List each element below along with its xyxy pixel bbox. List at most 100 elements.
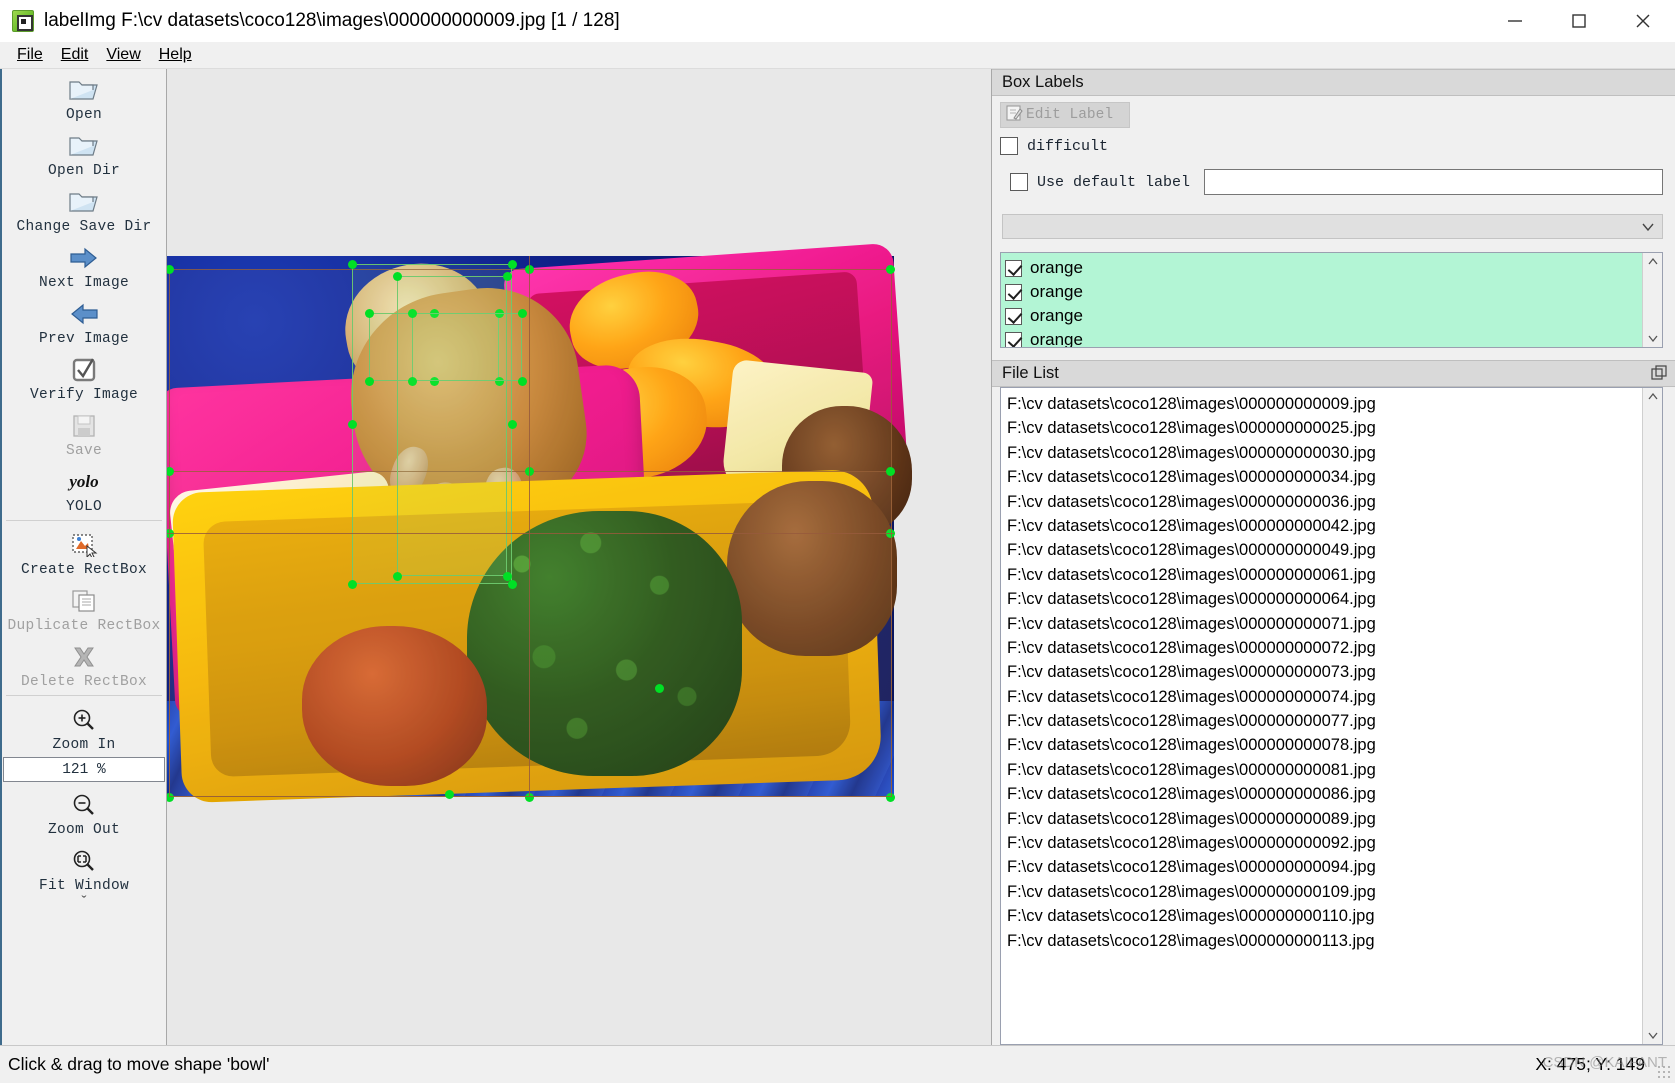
label-text: orange [1030,306,1083,325]
list-item[interactable]: F:\cv datasets\coco128\images\0000000000… [1007,465,1642,489]
list-item[interactable]: orange [1005,256,1642,280]
toolbar-prev-image[interactable]: Prev Image [2,293,166,349]
file-list-scrollbar[interactable] [1642,388,1662,1044]
list-item[interactable]: F:\cv datasets\coco128\images\0000000000… [1007,563,1642,587]
file-list-title: File List [1002,364,1059,382]
annotated-image[interactable] [167,242,912,804]
toolbar-next-image[interactable]: Next Image [2,237,166,293]
list-item[interactable]: F:\cv datasets\coco128\images\0000000001… [1007,880,1642,904]
status-message: Click & drag to move shape 'bowl' [8,1054,270,1074]
undock-icon[interactable] [1651,365,1669,383]
toolbar-delete-rectbox[interactable]: Delete RectBox [2,636,166,692]
minimize-button[interactable] [1483,0,1547,42]
scrollbar-track[interactable] [1643,405,1662,1027]
maximize-button[interactable] [1547,0,1611,42]
open-folder-icon [67,75,101,105]
difficult-checkbox-row[interactable]: difficult [1000,137,1675,155]
yolo-text-icon: yolo [69,467,98,497]
toolbar-create-rectbox[interactable]: Create RectBox [2,524,166,580]
duplicate-rectbox-icon [70,586,98,616]
toolbar-zoom-out[interactable]: Zoom Out [2,784,166,840]
toolbar-open-dir-label: Open Dir [47,163,120,179]
menu-view[interactable]: View [97,44,149,66]
toolbar-expander-button[interactable]: ˇ [2,894,166,910]
toolbar-duplicate-rectbox[interactable]: Duplicate RectBox [2,580,166,636]
list-item[interactable]: F:\cv datasets\coco128\images\0000000000… [1007,831,1642,855]
image-canvas[interactable] [167,69,992,1045]
list-item[interactable]: F:\cv datasets\coco128\images\0000000000… [1007,612,1642,636]
list-item[interactable]: F:\cv datasets\coco128\images\0000000000… [1007,514,1642,538]
list-item[interactable]: orange [1005,280,1642,304]
resize-grip[interactable] [1657,1065,1671,1079]
image-muffin [727,481,897,656]
menu-edit[interactable]: Edit [52,44,98,66]
toolbar-open[interactable]: Open [2,69,166,125]
list-item[interactable]: orange [1005,328,1642,347]
edit-label-button[interactable]: Edit Label [1000,102,1130,128]
scroll-down-icon[interactable] [1647,330,1658,347]
file-list[interactable]: F:\cv datasets\coco128\images\0000000000… [1001,388,1642,1044]
list-item[interactable]: F:\cv datasets\coco128\images\0000000000… [1007,416,1642,440]
toolbar-open-dir[interactable]: Open Dir [2,125,166,181]
list-item[interactable]: F:\cv datasets\coco128\images\0000000000… [1007,782,1642,806]
scroll-down-icon[interactable] [1647,1027,1658,1044]
cursor-coordinates: X: 475; Y: 149 [1535,1054,1645,1074]
list-item[interactable]: F:\cv datasets\coco128\images\0000000000… [1007,733,1642,757]
list-item[interactable]: F:\cv datasets\coco128\images\0000000000… [1007,855,1642,879]
list-item[interactable]: F:\cv datasets\coco128\images\0000000001… [1007,904,1642,928]
scrollbar-track[interactable] [1643,270,1662,330]
toolbar-delete-rectbox-label: Delete RectBox [20,674,148,690]
open-folder-icon [67,131,101,161]
scroll-up-icon[interactable] [1647,253,1658,270]
box-labels-header: Box Labels [992,69,1675,96]
checkbox-tick-icon [69,355,99,385]
difficult-label: difficult [1027,137,1109,155]
toolbar-yolo[interactable]: yolo YOLO [2,461,166,517]
difficult-checkbox[interactable] [1000,137,1018,155]
label-checkbox[interactable] [1005,283,1022,301]
list-item[interactable]: F:\cv datasets\coco128\images\0000000000… [1007,758,1642,782]
list-item[interactable]: F:\cv datasets\coco128\images\0000000000… [1007,392,1642,416]
scroll-up-icon[interactable] [1647,388,1658,405]
list-item[interactable]: F:\cv datasets\coco128\images\0000000000… [1007,685,1642,709]
use-default-label-checkbox[interactable] [1010,173,1028,191]
toolbar-fit-window[interactable]: Fit Window [2,840,166,896]
file-list-header: File List [992,360,1675,387]
menu-edit-label: Edit [60,46,89,63]
use-default-label-row: Use default label [1010,169,1663,195]
toolbar-yolo-label: YOLO [65,499,102,515]
list-item[interactable]: F:\cv datasets\coco128\images\0000000000… [1007,441,1642,465]
right-panel: Box Labels Edit Label difficult Use defa… [992,69,1675,1045]
zoom-level-input[interactable]: 121 % [3,757,165,782]
toolbar-change-save-dir[interactable]: Change Save Dir [2,181,166,237]
menu-file[interactable]: File [8,44,52,66]
list-item[interactable]: F:\cv datasets\coco128\images\0000000001… [1007,929,1642,953]
arrow-left-icon [67,299,101,329]
edit-label-button-text: Edit Label [1026,107,1114,123]
toolbar-save[interactable]: Save [2,405,166,461]
list-item[interactable]: F:\cv datasets\coco128\images\0000000000… [1007,660,1642,684]
list-item[interactable]: F:\cv datasets\coco128\images\0000000000… [1007,709,1642,733]
list-item[interactable]: F:\cv datasets\coco128\images\0000000000… [1007,490,1642,514]
label-list-scrollbar[interactable] [1642,253,1662,347]
toolbar-create-rectbox-label: Create RectBox [20,562,148,578]
toolbar-verify-image[interactable]: Verify Image [2,349,166,405]
menu-help-label: Help [158,46,192,63]
list-item[interactable]: orange [1005,304,1642,328]
label-checkbox[interactable] [1005,259,1022,277]
list-item[interactable]: F:\cv datasets\coco128\images\0000000000… [1007,538,1642,562]
default-label-input[interactable] [1204,169,1663,195]
label-checkbox[interactable] [1005,331,1022,347]
menu-help[interactable]: Help [150,44,201,66]
create-rectbox-icon [70,530,98,560]
list-item[interactable]: F:\cv datasets\coco128\images\0000000000… [1007,636,1642,660]
toolbar-zoom-out-label: Zoom Out [47,822,120,838]
label-combo-box[interactable] [1002,214,1663,239]
labelimg-icon [12,9,34,32]
list-item[interactable]: F:\cv datasets\coco128\images\0000000000… [1007,807,1642,831]
toolbar-zoom-in[interactable]: Zoom In [2,699,166,755]
list-item[interactable]: F:\cv datasets\coco128\images\0000000000… [1007,587,1642,611]
label-list[interactable]: orange orange orange orange [1001,253,1642,347]
close-button[interactable] [1611,0,1675,42]
label-checkbox[interactable] [1005,307,1022,325]
